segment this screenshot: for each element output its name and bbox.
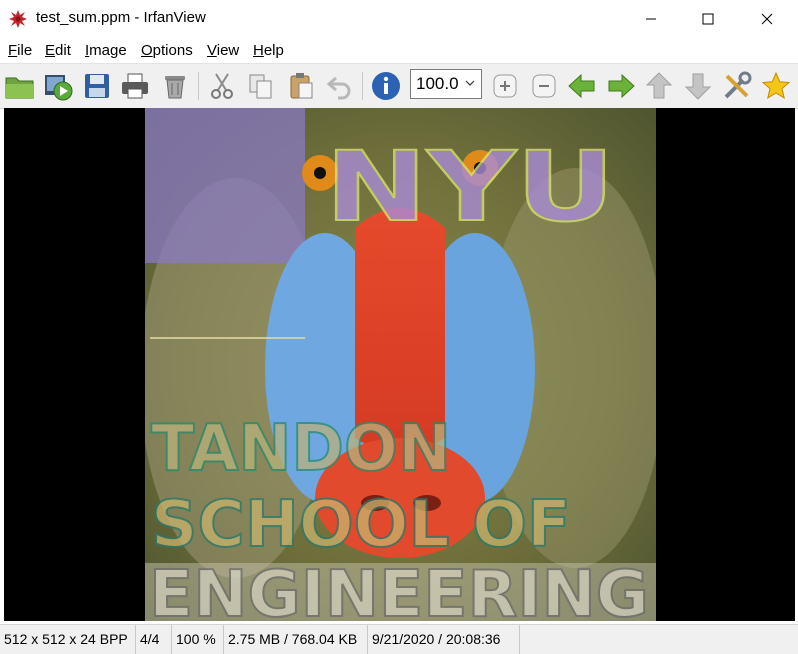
zoom-in-button[interactable] (489, 70, 521, 102)
move-up-button[interactable] (643, 70, 675, 102)
copy-button[interactable] (245, 70, 277, 102)
info-button[interactable] (370, 70, 402, 102)
maximize-icon (702, 13, 714, 25)
status-dimensions: 512 x 512 x 24 BPP (0, 625, 136, 654)
close-icon (761, 13, 773, 25)
chevron-down-icon (465, 80, 475, 86)
zoom-value: 100.0 (416, 74, 459, 93)
menu-edit[interactable]: Edit (45, 42, 71, 59)
copy-icon (249, 74, 272, 99)
save-button[interactable] (81, 70, 113, 102)
menu-bar: File Edit Image Options View Help (0, 38, 798, 63)
zoom-combobox[interactable]: 100.0 (410, 69, 482, 99)
menu-options[interactable]: Options (141, 42, 193, 59)
delete-icon (165, 76, 185, 99)
open-folder-icon (5, 77, 34, 99)
displayed-image: NYU TANDON SCHOOL OF ENGINEERING (145, 108, 656, 621)
menu-help[interactable]: Help (253, 42, 284, 59)
undo-icon (326, 76, 351, 100)
minimize-button[interactable] (628, 0, 674, 38)
status-zoom: 100 % (172, 625, 224, 654)
undo-button[interactable] (324, 70, 356, 102)
settings-icon (724, 71, 752, 99)
settings-button[interactable] (721, 70, 753, 102)
print-icon (122, 73, 148, 99)
menu-view[interactable]: View (207, 42, 239, 59)
info-icon (372, 72, 400, 100)
toolbar-separator (198, 72, 199, 100)
title-bar: test_sum.ppm - IrfanView (0, 0, 798, 38)
zoom-in-icon (493, 74, 517, 98)
window-title: test_sum.ppm - IrfanView (36, 9, 206, 26)
overlay-text-school-of: SCHOOL OF (151, 488, 571, 562)
irfanview-app-icon[interactable] (8, 9, 28, 29)
image-viewport[interactable]: NYU TANDON SCHOOL OF ENGINEERING (4, 108, 795, 621)
move-up-icon (645, 72, 673, 99)
toolbar: 100.0 (0, 63, 798, 109)
status-index: 4/4 (136, 625, 172, 654)
zoom-out-button[interactable] (528, 70, 560, 102)
delete-button[interactable] (159, 70, 191, 102)
zoom-out-icon (532, 74, 556, 98)
menu-file[interactable]: File (8, 42, 32, 59)
close-button[interactable] (744, 0, 790, 38)
previous-icon (568, 73, 595, 99)
status-bar: 512 x 512 x 24 BPP 4/4 100 % 2.75 MB / 7… (0, 624, 798, 654)
next-icon (608, 73, 635, 99)
status-size: 2.75 MB / 768.04 KB (224, 625, 368, 654)
move-down-button[interactable] (682, 70, 714, 102)
cut-icon (211, 73, 233, 99)
menu-image[interactable]: Image (85, 42, 127, 59)
maximize-button[interactable] (685, 0, 731, 38)
overlay-text-tandon: TANDON (151, 412, 451, 486)
paste-icon (290, 73, 313, 99)
overlay-text-engineering: ENGINEERING (149, 558, 649, 621)
open-button[interactable] (4, 70, 36, 102)
slideshow-button[interactable] (42, 70, 74, 102)
move-down-icon (684, 73, 712, 100)
cut-button[interactable] (206, 70, 238, 102)
slideshow-icon (45, 75, 73, 101)
minimize-icon (646, 18, 656, 20)
save-icon (85, 74, 109, 98)
favorite-icon (761, 71, 791, 100)
overlay-text-nyu: NYU (325, 131, 615, 243)
favorite-button[interactable] (760, 70, 792, 102)
previous-image-button[interactable] (566, 70, 598, 102)
next-image-button[interactable] (605, 70, 637, 102)
toolbar-separator (362, 72, 363, 100)
status-datetime: 9/21/2020 / 20:08:36 (368, 625, 520, 654)
paste-button[interactable] (285, 70, 317, 102)
print-button[interactable] (119, 70, 151, 102)
